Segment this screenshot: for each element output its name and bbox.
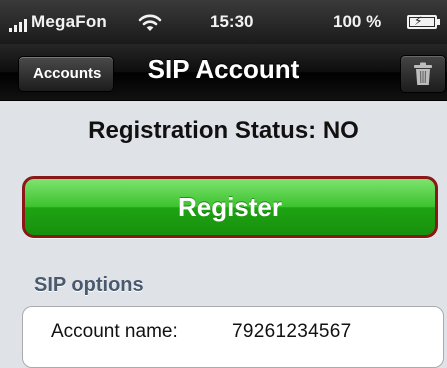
back-button-accounts[interactable]: Accounts (18, 56, 114, 92)
battery-charging-icon: ⚡ (407, 15, 437, 29)
navigation-bar: Accounts SIP Account (0, 44, 447, 101)
carrier-name: MegaFon (31, 12, 107, 32)
register-button[interactable]: Register (22, 176, 438, 238)
registration-status: Registration Status: NO (0, 117, 447, 145)
trash-icon (413, 62, 433, 86)
delete-account-button[interactable] (400, 55, 446, 93)
back-button-label: Accounts (33, 65, 101, 82)
sip-options-group: Account name: 79261234567 (22, 306, 444, 368)
clock-time: 15:30 (210, 12, 253, 32)
status-bar: MegaFon 15:30 100 % ⚡ (0, 0, 447, 44)
sip-options-header: SIP options (34, 274, 144, 297)
signal-icon (9, 18, 31, 32)
account-name-label: Account name: (51, 321, 178, 343)
wifi-icon (138, 12, 162, 34)
account-name-value[interactable]: 79261234567 (232, 321, 352, 343)
battery-percent: 100 % (333, 12, 381, 32)
